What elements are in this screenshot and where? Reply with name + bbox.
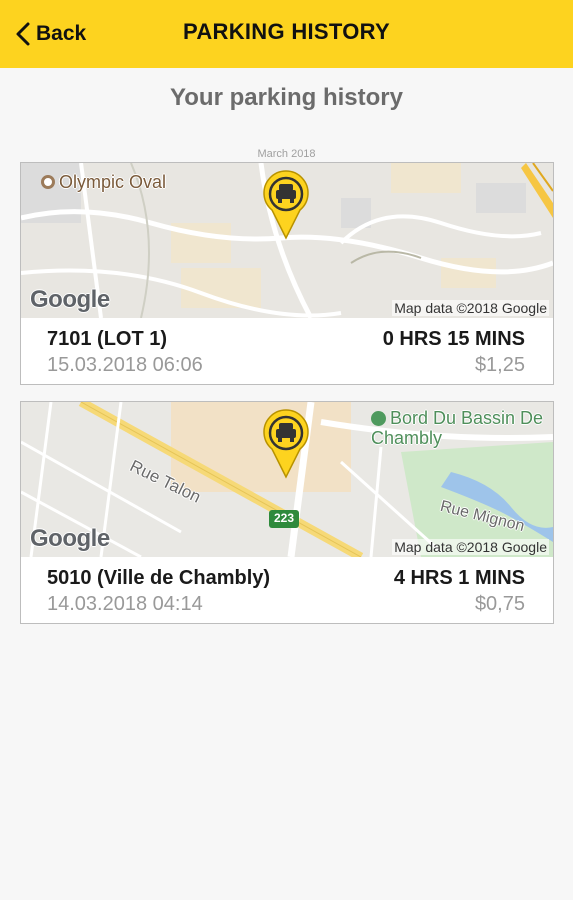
back-button[interactable]: Back bbox=[14, 16, 86, 52]
parking-record-card[interactable]: Olympic Oval Google Map data ©2018 Googl… bbox=[20, 162, 554, 385]
parking-record-card[interactable]: 223 Rue Talon Rue Mignon Bord Du Bassin … bbox=[20, 401, 554, 624]
map-thumbnail: Olympic Oval Google Map data ©2018 Googl… bbox=[21, 163, 553, 318]
car-parking-pin-icon bbox=[263, 409, 309, 479]
park-marker-icon bbox=[371, 411, 386, 426]
parking-datetime: 14.03.2018 04:14 bbox=[47, 593, 203, 615]
map-thumbnail: 223 Rue Talon Rue Mignon Bord Du Bassin … bbox=[21, 402, 553, 557]
lot-name: 7101 (LOT 1) bbox=[47, 328, 168, 350]
record-info: 7101 (LOT 1) 15.03.2018 06:06 0 HRS 15 M… bbox=[21, 318, 553, 384]
poi-label: Olympic Oval bbox=[41, 172, 166, 193]
back-label: Back bbox=[36, 22, 87, 45]
map-attribution: Map data ©2018 Google bbox=[392, 539, 549, 555]
lot-name: 5010 (Ville de Chambly) bbox=[47, 567, 271, 589]
poi-label: Bord Du Bassin De Chambly bbox=[371, 408, 544, 448]
google-logo: Google bbox=[30, 525, 110, 552]
parking-price: $0,75 bbox=[474, 593, 525, 615]
car-parking-pin-icon bbox=[263, 170, 309, 240]
month-label: March 2018 bbox=[257, 148, 316, 160]
google-logo: Google bbox=[30, 286, 110, 313]
chevron-left-icon bbox=[16, 22, 30, 46]
poi-marker-icon bbox=[41, 175, 55, 189]
record-info: 5010 (Ville de Chambly) 14.03.2018 04:14… bbox=[21, 557, 553, 623]
parking-price: $1,25 bbox=[474, 354, 525, 376]
parking-datetime: 15.03.2018 06:06 bbox=[47, 354, 203, 376]
map-attribution: Map data ©2018 Google bbox=[392, 300, 549, 316]
parking-duration: 0 HRS 15 MINS bbox=[382, 328, 525, 350]
parking-duration: 4 HRS 1 MINS bbox=[393, 567, 525, 589]
top-bar: Back PARKING HISTORY bbox=[0, 0, 573, 68]
route-shield: 223 bbox=[273, 511, 295, 525]
section-heading: Your parking history bbox=[170, 84, 403, 111]
